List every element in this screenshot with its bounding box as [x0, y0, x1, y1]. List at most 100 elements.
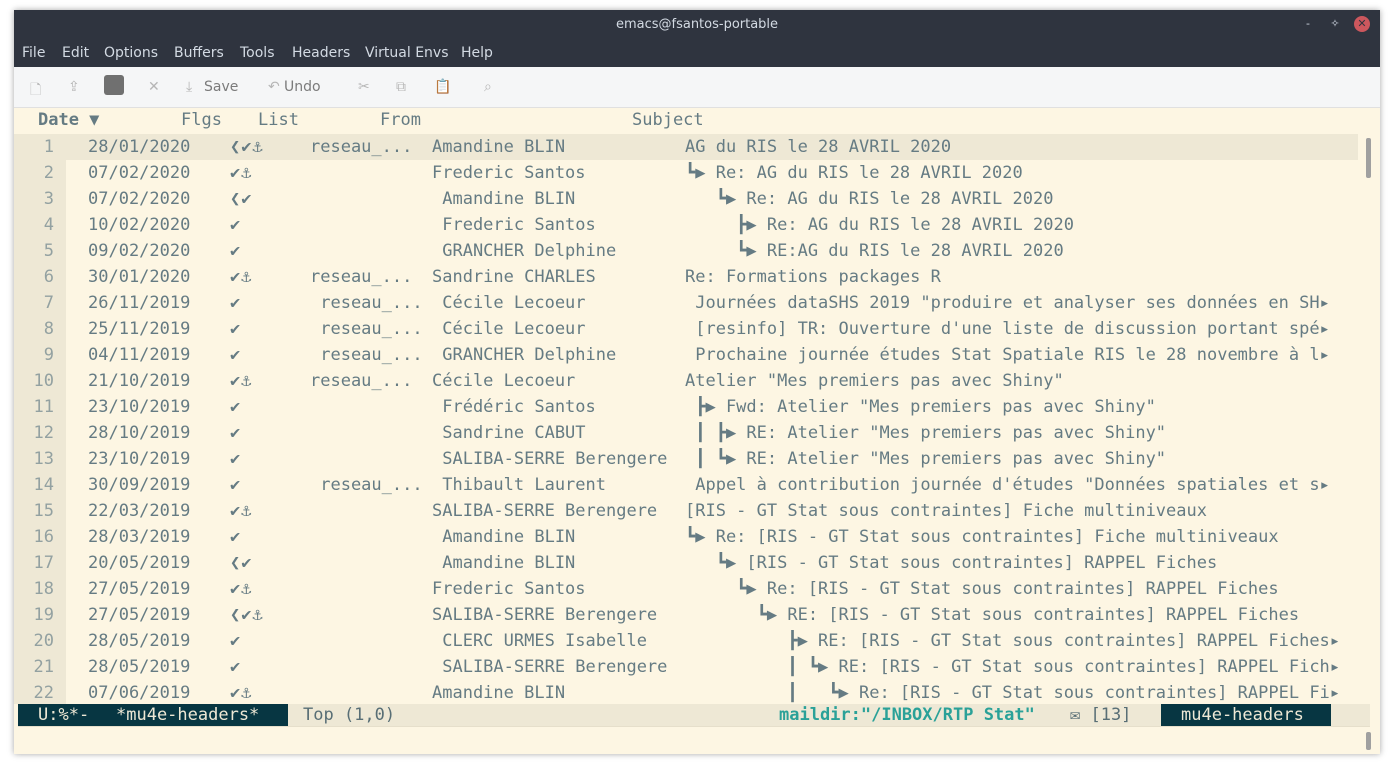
message-subject: Prochaine journée études Stat Spatiale R… [685, 345, 1330, 365]
message-flags: ❮✔ [230, 553, 253, 573]
minibuffer[interactable] [18, 726, 1370, 753]
copy-icon[interactable]: ⧉ [396, 79, 406, 95]
new-file-icon[interactable]: 🗋 [30, 79, 41, 103]
cut-icon[interactable]: ✂ [358, 79, 370, 95]
message-count: ✉ [13] [1070, 705, 1132, 725]
message-subject: ┗▶ Re: [RIS - GT Stat sous contraintes] … [685, 527, 1279, 547]
buffer-name[interactable]: *mu4e-headers* [116, 705, 259, 725]
message-from: Cécile Lecoeur [432, 319, 586, 339]
message-row[interactable]: 15 22/03/2019 ✔⚓ SALIBA-SERRE Berengere [RIS… [14, 498, 1358, 524]
line-number: 8 [43, 319, 54, 339]
message-date: 04/11/2019 [88, 345, 191, 365]
save-icon[interactable]: ⤓ [186, 79, 192, 95]
message-row[interactable]: 10 21/10/2019 ✔⚓ reseau_... Cécile Lecoeur At… [14, 368, 1358, 394]
message-row[interactable]: 21 28/05/2019 ✔ SALIBA-SERRE Berengere ┃ ┗… [14, 654, 1358, 680]
message-list: 1 28/01/2020 ❮✔⚓ reseau_... Amandine BLIN AG … [14, 134, 1358, 704]
line-number: 9 [43, 345, 54, 365]
message-date: 21/10/2019 [88, 371, 191, 391]
paste-icon[interactable]: 📋 [434, 79, 451, 95]
line-number: 2 [43, 163, 54, 183]
message-subject: ┗▶ RE:AG du RIS le 28 AVRIL 2020 [685, 241, 1064, 261]
subject-column-header[interactable]: Subject [632, 110, 704, 130]
emacs-window: emacs@fsantos-portable ‐ ✧ ✕ File Edit O… [14, 10, 1380, 754]
message-date: 28/01/2020 [88, 137, 191, 157]
menu-help[interactable]: Help [461, 45, 493, 61]
message-subject: ┃ ┣▶ RE: Atelier "Mes premiers pas avec … [685, 423, 1167, 443]
message-subject: Appel à contribution journée d'études "D… [685, 475, 1330, 495]
maximize-button[interactable]: ✧ [1327, 16, 1343, 32]
message-date: 25/11/2019 [88, 319, 191, 339]
message-subject: Journées dataSHS 2019 "produire et analy… [685, 293, 1330, 313]
message-date: 10/02/2020 [88, 215, 191, 235]
message-date: 20/05/2019 [88, 553, 191, 573]
message-row[interactable]: 16 28/03/2019 ✔ Amandine BLIN ┗▶ Re: [RIS -… [14, 524, 1358, 550]
message-from: Frédéric Santos [432, 397, 596, 417]
line-number: 13 [33, 449, 54, 469]
menu-headers[interactable]: Headers [292, 45, 350, 61]
message-date: 09/02/2020 [88, 241, 191, 261]
message-date: 23/10/2019 [88, 449, 191, 469]
menu-virtual-envs[interactable]: Virtual Envs [365, 45, 449, 61]
message-from: Sandrine CHARLES [432, 267, 596, 287]
message-from: GRANCHER Delphine [432, 241, 617, 261]
message-list-id: reseau_... [310, 319, 423, 339]
message-row[interactable]: 5 09/02/2020 ✔ GRANCHER Delphine ┗▶ RE:AG … [14, 238, 1358, 264]
message-row[interactable]: 4 10/02/2020 ✔ Frederic Santos ┣▶ Re: AG d… [14, 212, 1358, 238]
menu-file[interactable]: File [22, 45, 45, 61]
message-date: 07/06/2019 [88, 683, 191, 703]
message-from: Frederic Santos [432, 579, 586, 599]
message-row[interactable]: 20 28/05/2019 ✔ CLERC URMES Isabelle ┣▶ RE… [14, 628, 1358, 654]
undo-icon[interactable]: ↶ [268, 79, 280, 95]
close-button[interactable]: ✕ [1354, 16, 1370, 32]
save-button[interactable]: Save [204, 79, 238, 95]
menu-options[interactable]: Options [104, 45, 158, 61]
archive-icon[interactable] [104, 75, 124, 95]
message-row[interactable]: 11 23/10/2019 ✔ Frédéric Santos ┣▶ Fwd: At… [14, 394, 1358, 420]
message-row[interactable]: 22 07/06/2019 ✔⚓ Amandine BLIN ┃ ┗▶ Re: [RI… [14, 680, 1358, 704]
flags-column-header[interactable]: Flgs [181, 110, 222, 130]
message-row[interactable]: 6 30/01/2020 ✔⚓ reseau_... Sandrine CHARLES R… [14, 264, 1358, 290]
message-date: 30/01/2020 [88, 267, 191, 287]
message-flags: ✔ [230, 241, 242, 261]
scrollbar-thumb[interactable] [1366, 138, 1371, 178]
message-row[interactable]: 3 07/02/2020 ❮✔ Amandine BLIN ┗▶ Re: AG du… [14, 186, 1358, 212]
search-icon[interactable]: ⌕ [484, 79, 492, 95]
message-row[interactable]: 7 26/11/2019 ✔ reseau_... Cécile Lecoeur J… [14, 290, 1358, 316]
message-flags: ✔ [230, 215, 242, 235]
message-row[interactable]: 1 28/01/2020 ❮✔⚓ reseau_... Amandine BLIN AG … [14, 134, 1358, 160]
message-row[interactable]: 9 04/11/2019 ✔ reseau_... GRANCHER Delphin… [14, 342, 1358, 368]
message-subject: ┗▶ Re: AG du RIS le 28 AVRIL 2020 [685, 189, 1054, 209]
message-row[interactable]: 17 20/05/2019 ❮✔ Amandine BLIN ┗▶ [RIS - G… [14, 550, 1358, 576]
message-date: 22/03/2019 [88, 501, 191, 521]
buffer-state: U:%*- [38, 705, 90, 725]
from-column-header[interactable]: From [380, 110, 421, 130]
undo-button[interactable]: Undo [284, 79, 321, 95]
message-date: 07/02/2020 [88, 163, 191, 183]
menu-buffers[interactable]: Buffers [174, 45, 224, 61]
message-from: SALIBA-SERRE Berengere [432, 605, 658, 625]
minimize-button[interactable]: ‐ [1300, 16, 1316, 32]
message-flags: ❮✔⚓ [230, 137, 264, 157]
date-column-header[interactable]: Date ▼ [38, 110, 99, 130]
open-file-icon[interactable]: ⇪ [68, 79, 80, 95]
message-row[interactable]: 8 25/11/2019 ✔ reseau_... Cécile Lecoeur [… [14, 316, 1358, 342]
message-subject: AG du RIS le 28 AVRIL 2020 [685, 137, 952, 157]
message-row[interactable]: 12 28/10/2019 ✔ Sandrine CABUT ┃ ┣▶ RE: At… [14, 420, 1358, 446]
message-flags: ✔ [230, 631, 242, 651]
message-row[interactable]: 2 07/02/2020 ✔⚓ Frederic Santos ┗▶ Re: AG du… [14, 160, 1358, 186]
message-row[interactable]: 19 27/05/2019 ❮✔⚓ SALIBA-SERRE Berengere ┗▶… [14, 602, 1358, 628]
message-subject: ┃ ┗▶ Re: [RIS - GT Stat sous contraintes… [685, 683, 1341, 703]
close-buffer-icon[interactable]: ✕ [148, 79, 160, 95]
menu-edit[interactable]: Edit [62, 45, 89, 61]
message-flags: ✔ [230, 345, 242, 365]
message-from: Frederic Santos [432, 215, 596, 235]
list-column-header[interactable]: List [258, 110, 299, 130]
message-from: Amandine BLIN [432, 553, 576, 573]
message-row[interactable]: 13 23/10/2019 ✔ SALIBA-SERRE Berengere ┃ ┗… [14, 446, 1358, 472]
major-mode[interactable]: mu4e-headers [1181, 705, 1304, 725]
message-row[interactable]: 14 30/09/2019 ✔ reseau_... Thibault Lauren… [14, 472, 1358, 498]
menu-tools[interactable]: Tools [240, 45, 275, 61]
line-number: 11 [33, 397, 54, 417]
message-row[interactable]: 18 27/05/2019 ✔⚓ Frederic Santos ┗▶ Re: [RI… [14, 576, 1358, 602]
message-date: 28/10/2019 [88, 423, 191, 443]
